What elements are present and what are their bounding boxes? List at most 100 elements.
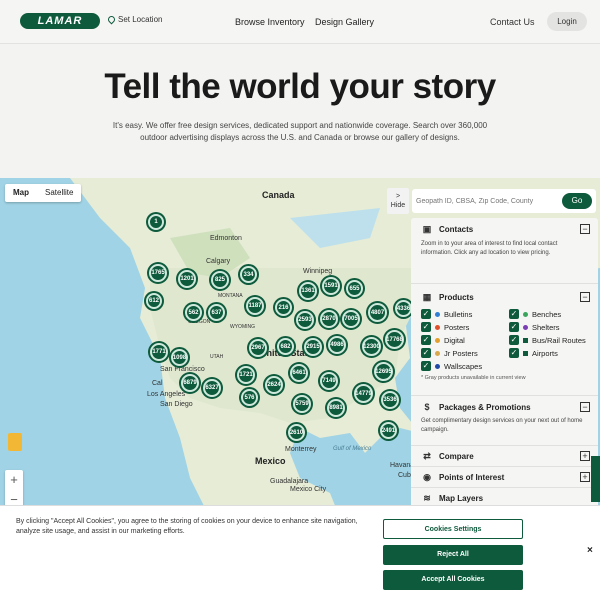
layers-icon: ≋ (423, 493, 431, 503)
compare-section[interactable]: ⇄ Compare + (411, 446, 598, 467)
map-cluster[interactable]: 12695 (374, 362, 393, 381)
nav-design-gallery[interactable]: Design Gallery (315, 17, 374, 27)
map-cluster[interactable]: 4336 (395, 300, 412, 317)
map-cluster[interactable]: 2870 (320, 310, 338, 328)
hide-panel-button[interactable]: > Hide (387, 188, 409, 214)
products-collapse-toggle[interactable]: − (580, 292, 590, 302)
map-cluster[interactable]: 1361 (299, 282, 317, 300)
map-cluster[interactable]: 576 (241, 389, 258, 406)
bulletins-marker (435, 311, 440, 317)
poi-expand-toggle[interactable]: + (580, 472, 590, 482)
tab-map[interactable]: Map (5, 184, 37, 202)
map-cluster[interactable]: 2593 (296, 311, 314, 329)
poi-section[interactable]: ◉ Points of Interest + (411, 467, 598, 488)
map-label: Los Angeles (147, 391, 186, 398)
map-label: Edmonton (210, 235, 242, 242)
map-cluster[interactable]: 1 (148, 214, 164, 230)
product-bus-rail-routes[interactable]: ✓ Bus/Rail Routes (509, 335, 589, 345)
map-cluster[interactable]: 4807 (368, 303, 387, 322)
products-note: * Gray products unavailable in current v… (421, 375, 526, 381)
login-button[interactable]: Login (547, 12, 587, 31)
map-cluster[interactable]: 1765 (149, 264, 167, 282)
contacts-collapse-toggle[interactable]: − (580, 224, 590, 234)
map-cluster[interactable]: 4986 (328, 336, 346, 354)
product-bulletins[interactable]: ✓ Bulletins (421, 309, 509, 319)
product-benches[interactable]: ✓ Benches (509, 309, 589, 319)
hero-subtitle: It's easy. We offer free design services… (112, 121, 488, 142)
dollar-icon: $ (424, 402, 430, 412)
map-cluster[interactable]: 562 (185, 304, 202, 321)
product-label: Wallscapes (444, 361, 483, 371)
map-cluster[interactable]: 2915 (304, 338, 322, 356)
map-cluster[interactable]: 1771 (150, 343, 168, 361)
tab-satellite[interactable]: Satellite (37, 184, 81, 202)
search-go-button[interactable]: Go (562, 193, 592, 209)
map-cluster[interactable]: 17768 (385, 330, 404, 349)
products-header: ▦ Products (421, 292, 588, 303)
checkbox-checked-icon: ✓ (509, 348, 519, 358)
street-view-pegman-icon[interactable] (8, 433, 22, 451)
map-cluster[interactable]: 14779 (354, 384, 373, 403)
map-cluster[interactable]: 334 (240, 266, 257, 283)
map-cluster[interactable]: 825 (211, 271, 229, 289)
map-label: San Diego (160, 401, 193, 408)
airports-marker (523, 350, 528, 356)
zoom-controls: + − (5, 470, 23, 510)
product-label: Shelters (532, 322, 560, 332)
product-wallscapes[interactable]: ✓ Wallscapes (421, 361, 509, 371)
product-label: Benches (532, 309, 562, 319)
map-cluster[interactable]: 2624 (265, 376, 283, 394)
zoom-in-button[interactable]: + (5, 470, 23, 490)
accept-all-cookies-button[interactable]: Accept All Cookies (383, 570, 523, 590)
map-search-box: Go (412, 189, 596, 213)
map-cluster[interactable]: 637 (208, 304, 225, 321)
product-shelters[interactable]: ✓ Shelters (509, 322, 589, 332)
map-cluster[interactable]: 6461 (290, 364, 308, 382)
reject-all-button[interactable]: Reject All (383, 545, 523, 565)
checkbox-checked-icon: ✓ (421, 322, 431, 332)
map-cluster[interactable]: 12300 (362, 337, 381, 356)
map-cluster[interactable]: 2967 (249, 339, 267, 357)
map-cluster[interactable]: 682 (277, 338, 294, 355)
map-cluster[interactable]: 655 (346, 280, 363, 297)
cookie-notice-text: By clicking "Accept All Cookies", you ag… (16, 518, 358, 535)
product-airports[interactable]: ✓ Airports (509, 348, 589, 358)
compare-expand-toggle[interactable]: + (580, 451, 590, 461)
map-search-input[interactable] (416, 193, 556, 209)
map-pin-icon: ◉ (423, 472, 431, 482)
map-cluster[interactable]: 2491 (380, 422, 397, 439)
map-cluster[interactable]: 216 (275, 299, 292, 316)
cookies-settings-button[interactable]: Cookies Settings (383, 519, 523, 539)
close-icon[interactable]: × (587, 545, 593, 556)
packages-header: $ Packages & Promotions (421, 402, 588, 412)
nav-browse-inventory[interactable]: Browse Inventory (235, 17, 305, 27)
hide-label: Hide (390, 202, 406, 209)
map-cluster[interactable]: 1721 (237, 366, 255, 384)
map-cluster[interactable]: 1201 (178, 270, 196, 288)
map-cluster[interactable]: 3536 (381, 391, 399, 409)
map-cluster[interactable]: 612 (146, 293, 162, 309)
packages-collapse-toggle[interactable]: − (580, 402, 590, 412)
map-cluster[interactable]: 1187 (246, 297, 264, 315)
product-digital[interactable]: ✓ Digital (421, 335, 509, 345)
contact-card-icon: ▣ (422, 224, 432, 234)
set-location-link[interactable]: Set Location (106, 14, 162, 25)
map-cluster[interactable]: 7149 (320, 372, 338, 390)
map-cluster[interactable]: 6879 (181, 374, 199, 392)
contact-us-link[interactable]: Contact Us (490, 17, 535, 27)
map-cluster[interactable]: 1591 (322, 277, 340, 295)
site-header: LAMAR Set Location Browse Inventory Desi… (0, 0, 600, 44)
product-posters[interactable]: ✓ Posters (421, 322, 509, 332)
map-label: MONTANA (218, 293, 243, 299)
feedback-tab[interactable] (591, 456, 600, 502)
product-jr-posters[interactable]: ✓ Jr Posters (421, 348, 509, 358)
map-cluster[interactable]: 6327 (203, 379, 221, 397)
map-label: Winnipeg (303, 268, 333, 275)
map-cluster[interactable]: 5759 (293, 395, 311, 413)
map-cluster[interactable]: 8981 (327, 399, 345, 417)
lamar-logo[interactable]: LAMAR (20, 13, 100, 29)
map-cluster[interactable]: 7005 (342, 310, 360, 328)
map-cluster[interactable]: 2610 (288, 424, 305, 441)
map-cluster[interactable]: 1098 (171, 349, 188, 366)
inventory-map[interactable]: Map Satellite Canada Edmonton Calgary Wi… (0, 178, 600, 518)
